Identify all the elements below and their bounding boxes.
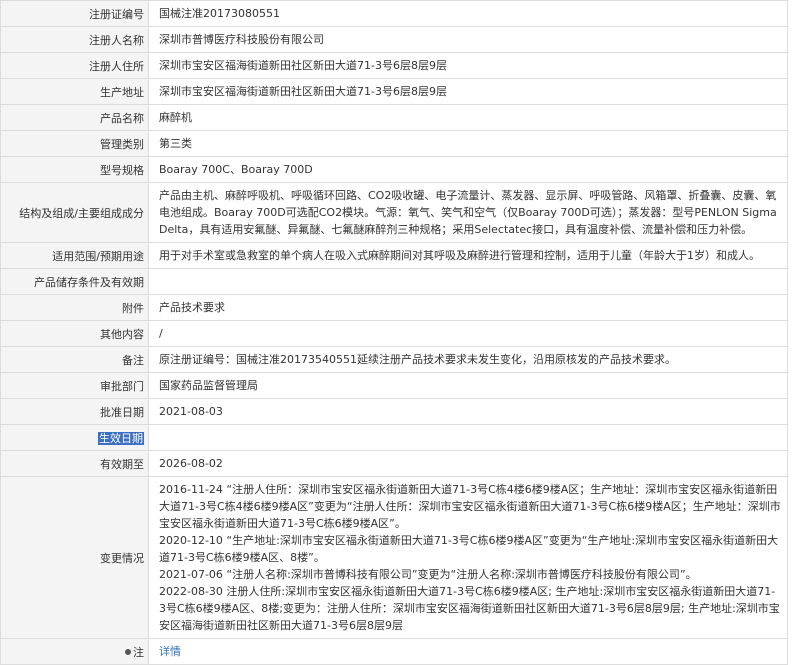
label-reg-no: 注册证编号 xyxy=(0,0,149,27)
label-model: 型号规格 xyxy=(0,156,149,183)
label-category: 管理类别 xyxy=(0,130,149,157)
row-scope: 适用范围/预期用途 用于对手术室或急救室的单个病人在吸入式麻醉期间对其呼吸及麻醉… xyxy=(0,242,788,269)
label-note: 注 xyxy=(133,645,144,659)
row-effective-date: 生效日期 xyxy=(0,424,788,451)
registration-detail-table: 注册证编号 国械注准20173080551 注册人名称 深圳市普博医疗科技股份有… xyxy=(0,0,788,665)
value-structure-cell: 产品由主机、麻醉呼吸机、呼吸循环回路、CO2吸收罐、电子流量计、蒸发器、显示屏、… xyxy=(148,182,788,243)
value-remark: 原注册证编号：国械注准20173540551延续注册产品技术要求未发生变化，沿用… xyxy=(148,346,788,373)
label-production-address: 生产地址 xyxy=(0,78,149,105)
bullet-icon xyxy=(125,648,131,655)
value-model: Boaray 700C、Boaray 700D xyxy=(148,156,788,183)
row-category: 管理类别 第三类 xyxy=(0,130,788,157)
row-expiry-date: 有效期至 2026-08-02 xyxy=(0,450,788,477)
label-expiry-date: 有效期至 xyxy=(0,450,149,477)
row-registrant-address: 注册人住所 深圳市宝安区福海街道新田社区新田大道71-3号6层8层9层 xyxy=(0,52,788,79)
value-registrant: 深圳市普博医疗科技股份有限公司 xyxy=(148,26,788,53)
value-reg-no: 国械注准20173080551 xyxy=(148,0,788,27)
row-product-name: 产品名称 麻醉机 xyxy=(0,104,788,131)
label-other: 其他内容 xyxy=(0,320,149,347)
value-attachment: 产品技术要求 xyxy=(148,294,788,321)
value-approval-dept: 国家药品监督管理局 xyxy=(148,372,788,399)
label-attachment: 附件 xyxy=(0,294,149,321)
label-approval-dept: 审批部门 xyxy=(0,372,149,399)
label-product-name: 产品名称 xyxy=(0,104,149,131)
value-note-cell: 详情 xyxy=(148,638,788,665)
row-approval-date: 批准日期 2021-08-03 xyxy=(0,398,788,425)
value-other: / xyxy=(148,320,788,347)
row-other: 其他内容 / xyxy=(0,320,788,347)
label-storage: 产品储存条件及有效期 xyxy=(0,268,149,295)
row-note: 注 详情 xyxy=(0,638,788,665)
value-effective-date xyxy=(148,424,788,451)
label-effective-date[interactable]: 生效日期 xyxy=(98,431,144,445)
label-changes: 变更情况 xyxy=(0,476,149,639)
value-registrant-address: 深圳市宝安区福海街道新田社区新田大道71-3号6层8层9层 xyxy=(148,52,788,79)
change-entry: 2021-07-06 “注册人名称:深圳市普博科技有限公司”变更为“注册人名称:… xyxy=(159,568,697,581)
label-registrant-address: 注册人住所 xyxy=(0,52,149,79)
change-entry: 2020-12-10 “生产地址:深圳市宝安区福永街道新田大道71-3号C栋6楼… xyxy=(159,534,779,564)
value-changes-cell: 2016-11-24 “注册人住所：深圳市宝安区福永街道新田大道71-3号C栋4… xyxy=(148,476,788,639)
row-model: 型号规格 Boaray 700C、Boaray 700D xyxy=(0,156,788,183)
row-reg-no: 注册证编号 国械注准20173080551 xyxy=(0,0,788,27)
value-expiry-date: 2026-08-02 xyxy=(148,450,788,477)
row-remark: 备注 原注册证编号：国械注准20173540551延续注册产品技术要求未发生变化… xyxy=(0,346,788,373)
row-registrant: 注册人名称 深圳市普博医疗科技股份有限公司 xyxy=(0,26,788,53)
value-category: 第三类 xyxy=(148,130,788,157)
details-link[interactable]: 详情 xyxy=(159,645,181,658)
changes-list: 2016-11-24 “注册人住所：深圳市宝安区福永街道新田大道71-3号C栋4… xyxy=(159,478,781,637)
row-changes: 变更情况 2016-11-24 “注册人住所：深圳市宝安区福永街道新田大道71-… xyxy=(0,476,788,639)
row-attachment: 附件 产品技术要求 xyxy=(0,294,788,321)
value-structure: 产品由主机、麻醉呼吸机、呼吸循环回路、CO2吸收罐、电子流量计、蒸发器、显示屏、… xyxy=(159,189,777,236)
value-production-address: 深圳市宝安区福海街道新田社区新田大道71-3号6层8层9层 xyxy=(148,78,788,105)
label-effective-date-cell: 生效日期 xyxy=(0,424,149,451)
value-approval-date: 2021-08-03 xyxy=(148,398,788,425)
label-remark: 备注 xyxy=(0,346,149,373)
row-production-address: 生产地址 深圳市宝安区福海街道新田社区新田大道71-3号6层8层9层 xyxy=(0,78,788,105)
label-approval-date: 批准日期 xyxy=(0,398,149,425)
label-scope: 适用范围/预期用途 xyxy=(0,242,149,269)
label-registrant: 注册人名称 xyxy=(0,26,149,53)
row-storage: 产品储存条件及有效期 xyxy=(0,268,788,295)
change-entry: 2016-11-24 “注册人住所：深圳市宝安区福永街道新田大道71-3号C栋4… xyxy=(159,483,781,530)
row-structure: 结构及组成/主要组成成分 产品由主机、麻醉呼吸机、呼吸循环回路、CO2吸收罐、电… xyxy=(0,182,788,243)
label-structure: 结构及组成/主要组成成分 xyxy=(0,182,149,243)
row-approval-dept: 审批部门 国家药品监督管理局 xyxy=(0,372,788,399)
label-note-cell: 注 xyxy=(0,638,149,665)
value-product-name: 麻醉机 xyxy=(148,104,788,131)
value-storage xyxy=(148,268,788,295)
change-entry: 2022-08-30 注册人住所:深圳市宝安区福永街道新田大道71-3号C栋6楼… xyxy=(159,585,780,632)
value-scope: 用于对手术室或急救室的单个病人在吸入式麻醉期间对其呼吸及麻醉进行管理和控制，适用… xyxy=(148,242,788,269)
